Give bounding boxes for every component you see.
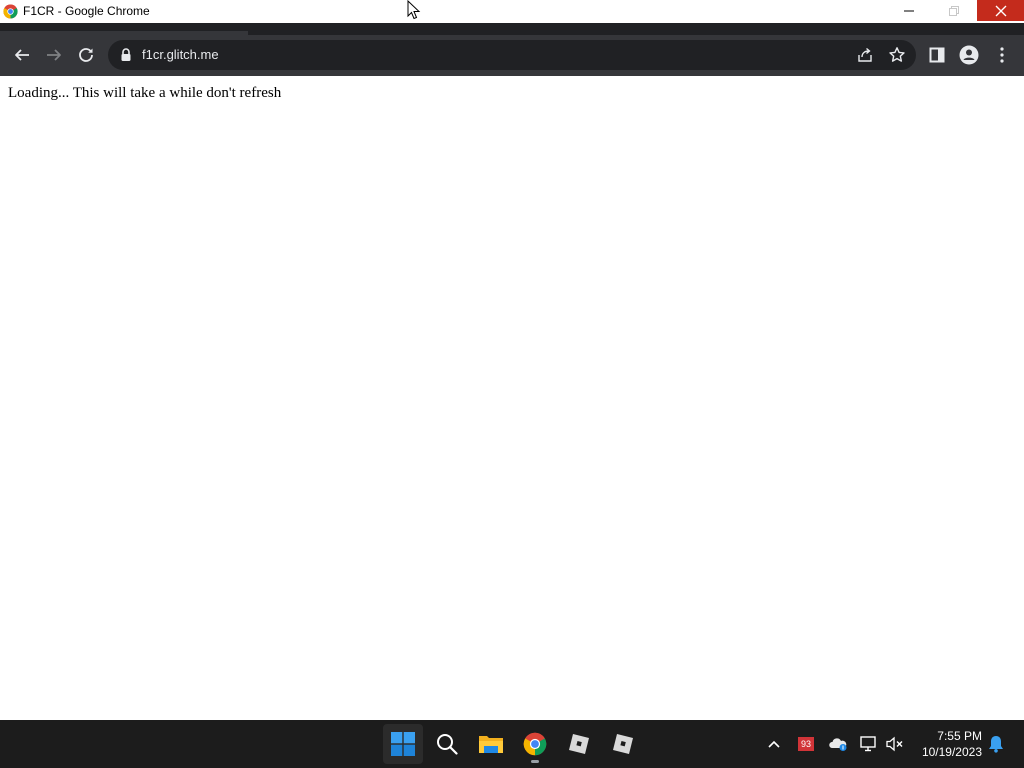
profile-button[interactable] — [959, 45, 979, 65]
notifications-button[interactable] — [986, 734, 1006, 754]
roblox-taskbar-button[interactable] — [559, 724, 599, 764]
minimize-icon — [904, 10, 914, 11]
tray-app-badge[interactable]: 93 — [796, 734, 816, 754]
side-panel-button[interactable] — [927, 45, 947, 65]
taskbar: 93 7:55 PM 10/19/2023 — [0, 720, 1024, 768]
share-icon[interactable] — [856, 46, 874, 64]
loading-message: Loading... This will take a while don't … — [8, 85, 282, 101]
chrome-icon — [523, 732, 547, 756]
badge-count: 93 — [798, 737, 814, 751]
volume-tray-button[interactable] — [885, 734, 905, 754]
bookmark-star-icon[interactable] — [888, 46, 906, 64]
window-titlebar[interactable]: F1CR - Google Chrome — [0, 0, 1024, 23]
arrow-left-icon — [15, 49, 29, 61]
search-button[interactable] — [427, 724, 467, 764]
browser-toolbar: f1cr.glitch.me — [0, 35, 1024, 76]
kebab-menu-icon — [1000, 47, 1004, 63]
clock-date: 10/19/2023 — [921, 745, 982, 759]
tab-strip — [0, 23, 1024, 35]
page-content: Loading... This will take a while don't … — [0, 76, 1024, 720]
address-bar[interactable]: f1cr.glitch.me — [108, 40, 916, 70]
window-title: F1CR - Google Chrome — [23, 4, 150, 18]
restore-icon — [949, 5, 959, 16]
minimize-button[interactable] — [886, 0, 932, 21]
back-button[interactable] — [8, 41, 36, 69]
reload-button[interactable] — [72, 41, 100, 69]
close-button[interactable] — [977, 0, 1024, 21]
mouse-cursor-icon — [407, 0, 421, 20]
onedrive-tray-button[interactable] — [828, 734, 848, 754]
file-explorer-button[interactable] — [471, 724, 511, 764]
roblox-icon — [613, 734, 633, 754]
roblox-studio-taskbar-button[interactable] — [603, 724, 643, 764]
bell-icon — [989, 736, 1003, 753]
clock-time: 7:55 PM — [937, 729, 982, 743]
roblox-icon — [569, 734, 589, 754]
lock-icon[interactable] — [120, 48, 132, 62]
system-clock[interactable]: 7:55 PM 10/19/2023 — [912, 728, 982, 760]
side-panel-icon — [929, 47, 945, 63]
chrome-menu-button[interactable] — [992, 45, 1012, 65]
network-tray-button[interactable] — [859, 734, 879, 754]
windows-logo-icon — [391, 732, 415, 756]
chrome-taskbar-button[interactable] — [515, 724, 555, 764]
arrow-right-icon — [47, 49, 61, 61]
chrome-running-indicator — [531, 760, 539, 763]
start-button[interactable] — [383, 724, 423, 764]
show-hidden-icons-button[interactable] — [764, 734, 784, 754]
forward-button[interactable] — [40, 41, 68, 69]
close-icon — [995, 5, 1006, 16]
search-icon — [437, 734, 458, 755]
chevron-up-icon — [768, 740, 780, 748]
profile-icon — [959, 45, 979, 65]
maximize-button[interactable] — [931, 0, 977, 21]
reload-icon — [79, 48, 93, 62]
network-icon — [860, 736, 876, 752]
volume-muted-icon — [886, 736, 903, 752]
folder-icon — [479, 736, 503, 753]
cloud-icon — [829, 738, 847, 751]
url-text[interactable]: f1cr.glitch.me — [142, 47, 219, 63]
chrome-app-icon — [3, 4, 18, 19]
